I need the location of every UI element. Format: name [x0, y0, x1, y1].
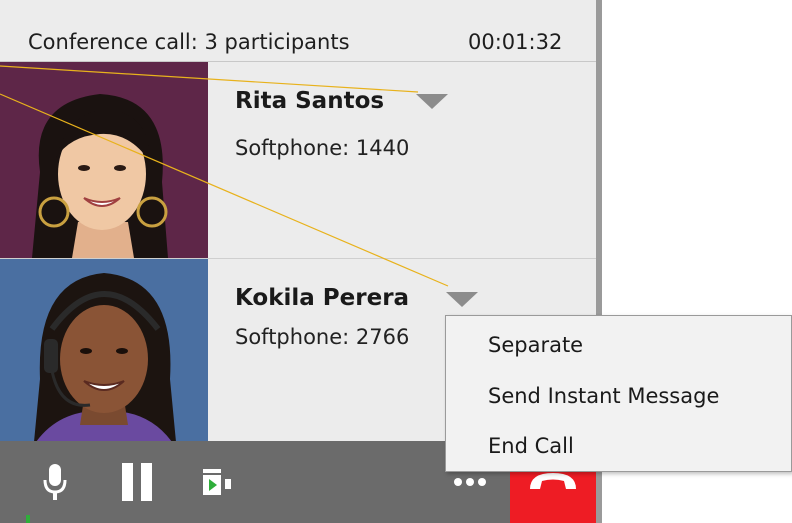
participant-row: Rita Santos Softphone: 1440: [0, 62, 596, 258]
participant-menu-caret-icon[interactable]: [416, 94, 448, 109]
participant-menu-caret-icon[interactable]: [446, 292, 478, 307]
more-icon: [454, 478, 486, 486]
call-timer: 00:01:32: [468, 30, 563, 54]
microphone-icon: [43, 464, 67, 500]
video-icon: [203, 469, 231, 495]
participant-name: Kokila Perera: [235, 285, 410, 311]
menu-item-separate[interactable]: Separate: [488, 333, 583, 357]
participant-context-menu: Separate Send Instant Message End Call: [445, 315, 792, 472]
avatar: [0, 62, 208, 258]
avatar-photo: [0, 62, 208, 258]
call-header: Conference call: 3 participants 00:01:32: [0, 0, 596, 62]
avatar-photo: [0, 259, 208, 441]
video-button[interactable]: [190, 441, 246, 523]
avatar: [0, 259, 208, 441]
menu-item-send-instant-message[interactable]: Send Instant Message: [488, 384, 719, 408]
call-title: Conference call: 3 participants: [28, 30, 350, 54]
participant-name: Rita Santos: [235, 88, 385, 114]
menu-item-end-call[interactable]: End Call: [488, 434, 574, 458]
end-call-icon: [530, 473, 576, 489]
participant-phone: Softphone: 1440: [235, 136, 410, 160]
mic-level-indicator: [26, 515, 30, 523]
participant-phone: Softphone: 2766: [235, 325, 410, 349]
mute-button[interactable]: [30, 441, 80, 523]
pause-icon: [122, 463, 152, 501]
hold-button[interactable]: [112, 441, 162, 523]
stage: Conference call: 3 participants 00:01:32: [0, 0, 792, 523]
